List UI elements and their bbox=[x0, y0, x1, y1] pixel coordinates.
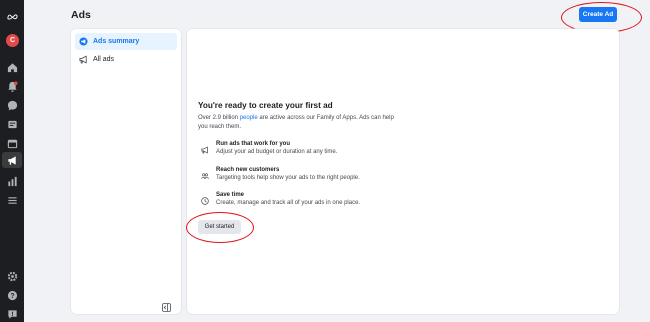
meta-logo-icon[interactable] bbox=[6, 10, 18, 22]
feature-item: Run ads that work for you Adjust your ad… bbox=[201, 140, 421, 156]
people-link[interactable]: people bbox=[240, 115, 258, 121]
ads-sidebar: Ads summary All ads bbox=[71, 29, 181, 314]
sidebar-item-ads-summary[interactable]: Ads summary bbox=[75, 33, 177, 50]
home-icon[interactable] bbox=[6, 61, 18, 73]
people-icon bbox=[201, 167, 209, 179]
sidebar-item-label: All ads bbox=[93, 56, 115, 63]
megaphone-icon bbox=[79, 55, 88, 64]
settings-icon[interactable] bbox=[6, 270, 18, 282]
ads-summary-panel: You're ready to create your first ad Ove… bbox=[187, 29, 619, 314]
messages-icon[interactable] bbox=[6, 99, 18, 111]
feature-title: Run ads that work for you bbox=[216, 141, 291, 147]
help-icon[interactable]: ? bbox=[6, 289, 18, 301]
feature-description: Create, manage and track all of your ads… bbox=[216, 200, 361, 206]
feature-title: Save time bbox=[216, 192, 245, 198]
create-ad-button[interactable]: Create Ad bbox=[579, 7, 617, 22]
get-started-button[interactable]: Get started bbox=[198, 220, 241, 234]
page-title: Ads bbox=[71, 9, 91, 21]
avatar[interactable]: C bbox=[6, 34, 19, 47]
sidebar-item-all-ads[interactable]: All ads bbox=[75, 51, 177, 68]
insights-icon[interactable] bbox=[6, 175, 18, 187]
megaphone-icon bbox=[201, 141, 209, 154]
sidebar-item-label: Ads summary bbox=[93, 38, 140, 45]
feature-description: Targeting tools help show your ads to th… bbox=[216, 175, 360, 181]
calendar-icon[interactable] bbox=[6, 137, 18, 149]
ads-icon[interactable] bbox=[2, 152, 22, 168]
menu-icon[interactable] bbox=[6, 194, 18, 206]
feature-description: Adjust your ad budget or duration at any… bbox=[216, 149, 338, 155]
svg-text:?: ? bbox=[10, 292, 14, 299]
empty-state-heading: You're ready to create your first ad bbox=[198, 101, 333, 110]
intro-text-before: Over 2.9 billion bbox=[198, 115, 240, 121]
ads-summary-icon bbox=[79, 37, 88, 46]
collapse-sidebar-icon[interactable] bbox=[162, 299, 171, 312]
left-navigation-rail: C ? bbox=[0, 0, 24, 322]
feature-title: Reach new customers bbox=[216, 167, 280, 173]
pages-icon[interactable] bbox=[6, 118, 18, 130]
clock-icon bbox=[201, 192, 209, 205]
feature-item: Reach new customers Targeting tools help… bbox=[201, 166, 421, 182]
feature-item: Save time Create, manage and track all o… bbox=[201, 191, 421, 207]
notifications-icon[interactable] bbox=[6, 80, 18, 92]
empty-state-description: Over 2.9 billion people are active acros… bbox=[198, 114, 398, 132]
feedback-icon[interactable] bbox=[6, 308, 18, 320]
